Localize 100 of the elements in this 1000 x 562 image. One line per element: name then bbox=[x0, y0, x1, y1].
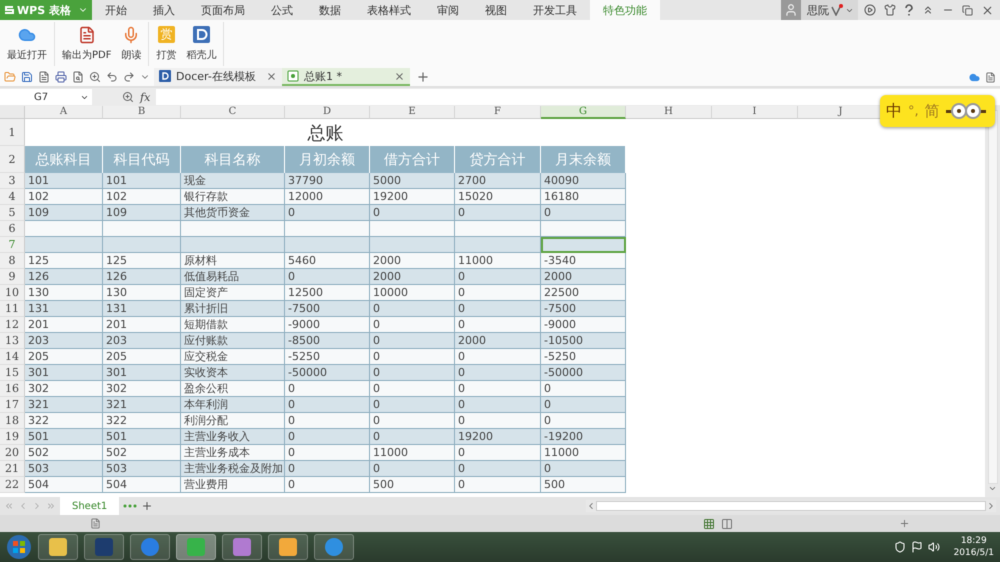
row-header[interactable]: 13 bbox=[0, 333, 25, 349]
row-header[interactable]: 11 bbox=[0, 301, 25, 317]
document-tab[interactable]: Docer-在线模板 bbox=[154, 68, 282, 86]
row-header[interactable]: 3 bbox=[0, 173, 25, 189]
taskbar-button[interactable] bbox=[130, 534, 170, 560]
app-icon bbox=[94, 537, 114, 557]
start-button[interactable] bbox=[6, 534, 32, 560]
row-header[interactable]: 10 bbox=[0, 285, 25, 301]
row-header[interactable]: 5 bbox=[0, 205, 25, 221]
collapse-ribbon-icon[interactable] bbox=[922, 4, 934, 16]
more-sheets-icon[interactable] bbox=[123, 504, 138, 508]
undo-icon[interactable] bbox=[106, 71, 118, 83]
document-tab[interactable]: 总账1 * bbox=[282, 68, 410, 86]
vertical-scrollbar[interactable] bbox=[985, 106, 1000, 497]
help-icon[interactable] bbox=[904, 4, 914, 16]
ribbon-tab[interactable]: 数据 bbox=[306, 0, 354, 20]
table-cell: 40090 bbox=[541, 173, 626, 189]
active-cell[interactable] bbox=[541, 237, 626, 253]
restore-icon[interactable] bbox=[962, 4, 973, 16]
save-icon[interactable] bbox=[21, 71, 33, 83]
sheet-tab[interactable]: Sheet1 bbox=[60, 497, 120, 515]
ribbon-button[interactable]: 赏 打赏 bbox=[153, 22, 180, 66]
name-box[interactable]: G7 bbox=[0, 89, 92, 105]
ribbon-tab[interactable]: 开始 bbox=[92, 0, 140, 20]
table-cell: -7500 bbox=[285, 301, 370, 317]
add-sheet-icon[interactable] bbox=[141, 500, 154, 512]
horizontal-scrollbar[interactable] bbox=[586, 500, 996, 512]
close-icon[interactable] bbox=[266, 70, 277, 82]
column-header[interactable]: I bbox=[712, 106, 798, 119]
row-header[interactable]: 15 bbox=[0, 365, 25, 381]
cloud-icon[interactable] bbox=[969, 72, 980, 82]
row-header[interactable]: 7 bbox=[0, 237, 25, 253]
ribbon-tab[interactable]: 公式 bbox=[258, 0, 306, 20]
redo-icon[interactable] bbox=[123, 71, 135, 83]
row-header[interactable]: 14 bbox=[0, 349, 25, 365]
row-header[interactable]: 12 bbox=[0, 317, 25, 333]
normal-view-icon[interactable] bbox=[703, 518, 715, 530]
row-header[interactable]: 21 bbox=[0, 461, 25, 477]
new-tab-icon[interactable] bbox=[416, 70, 430, 84]
ribbon-tab[interactable]: 开发工具 bbox=[520, 0, 590, 20]
ribbon-button[interactable]: 稻壳儿 bbox=[183, 22, 220, 66]
ribbon-button[interactable]: 朗读 bbox=[118, 22, 144, 66]
taskbar-button[interactable] bbox=[38, 534, 78, 560]
row-header[interactable]: 1 bbox=[0, 119, 25, 146]
taskbar-button[interactable] bbox=[268, 534, 308, 560]
clock[interactable]: 18:29 2016/5/1 bbox=[954, 535, 994, 559]
ribbon-tab[interactable]: 页面布局 bbox=[188, 0, 258, 20]
export-icon[interactable] bbox=[38, 71, 50, 83]
shield-icon[interactable] bbox=[894, 541, 906, 553]
scroll-down-icon[interactable] bbox=[988, 484, 997, 493]
function-label[interactable]: fx bbox=[140, 90, 150, 104]
row-header[interactable]: 4 bbox=[0, 189, 25, 205]
row-header[interactable]: 6 bbox=[0, 221, 25, 237]
row-header[interactable]: 2 bbox=[0, 146, 25, 173]
open-icon[interactable] bbox=[4, 71, 16, 83]
row-header[interactable]: 16 bbox=[0, 381, 25, 397]
row-header[interactable]: 22 bbox=[0, 477, 25, 493]
avatar-icon[interactable] bbox=[781, 0, 801, 20]
table-cell: 130 bbox=[103, 285, 181, 301]
ribbon-tab[interactable]: 审阅 bbox=[424, 0, 472, 20]
column-header[interactable]: G bbox=[541, 106, 626, 119]
column-header[interactable]: C bbox=[181, 106, 285, 119]
row-header[interactable]: 9 bbox=[0, 269, 25, 285]
column-header[interactable]: E bbox=[370, 106, 455, 119]
zoom-in-icon[interactable] bbox=[899, 518, 910, 529]
ime-toolbar[interactable]: 中 °, 简 bbox=[880, 95, 995, 127]
ribbon-tab[interactable]: 特色功能 bbox=[590, 0, 660, 20]
close-icon[interactable] bbox=[394, 70, 405, 82]
volume-icon[interactable] bbox=[928, 541, 940, 553]
document-icon[interactable] bbox=[985, 72, 996, 82]
table-cell: 126 bbox=[25, 269, 103, 285]
ribbon-button[interactable]: 最近打开 bbox=[4, 22, 50, 66]
column-header[interactable]: A bbox=[25, 106, 103, 119]
row-header[interactable]: 17 bbox=[0, 397, 25, 413]
row-header[interactable]: 19 bbox=[0, 429, 25, 445]
search-icon[interactable] bbox=[122, 91, 134, 103]
taskbar-button[interactable] bbox=[84, 534, 124, 560]
skin-icon[interactable] bbox=[884, 4, 896, 16]
column-header[interactable]: D bbox=[285, 106, 370, 119]
taskbar-button[interactable] bbox=[314, 534, 354, 560]
zoom-icon[interactable] bbox=[89, 71, 101, 83]
play-icon[interactable] bbox=[864, 4, 876, 16]
ribbon-tab[interactable]: 表格样式 bbox=[354, 0, 424, 20]
ribbon-tab[interactable]: 插入 bbox=[140, 0, 188, 20]
print-icon[interactable] bbox=[55, 71, 67, 83]
table-cell: 0 bbox=[370, 349, 455, 365]
preview-icon[interactable] bbox=[72, 71, 84, 83]
table-cell: 0 bbox=[541, 381, 626, 397]
flag-icon[interactable] bbox=[910, 541, 923, 553]
row-header[interactable]: 20 bbox=[0, 445, 25, 461]
row-header[interactable]: 8 bbox=[0, 253, 25, 269]
taskbar-button[interactable] bbox=[222, 534, 262, 560]
column-header[interactable]: B bbox=[103, 106, 181, 119]
row-header[interactable]: 18 bbox=[0, 413, 25, 429]
ribbon-tab[interactable]: 视图 bbox=[472, 0, 520, 20]
page-view-icon[interactable] bbox=[721, 518, 733, 530]
close-icon[interactable] bbox=[981, 4, 994, 16]
column-header[interactable]: H bbox=[626, 106, 712, 119]
ribbon-button[interactable]: 输出为PDF bbox=[59, 22, 114, 66]
column-header[interactable]: F bbox=[455, 106, 541, 119]
